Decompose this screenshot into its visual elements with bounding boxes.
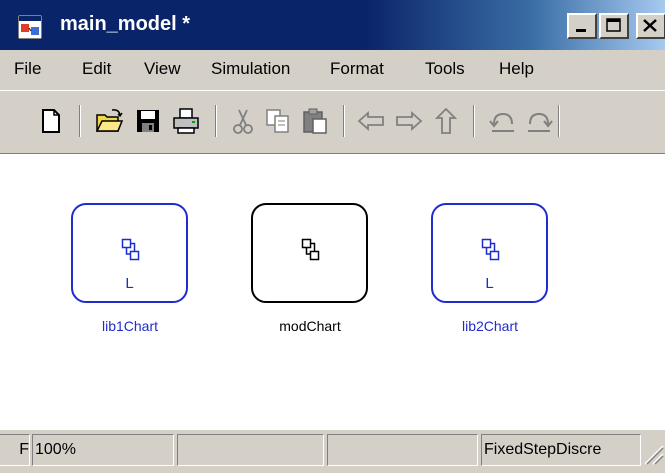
menu-bar: File Edit View Simulation Format Tools H… [0,50,665,90]
toolbar-separator [79,105,81,137]
block-lib2chart[interactable]: L [431,203,548,303]
status-cell-ready: F [0,434,30,466]
toolbar-separator [343,105,345,137]
block-label-lib2chart[interactable]: lib2Chart [420,317,560,335]
status-cell-empty-2 [327,434,478,466]
block-modchart[interactable] [251,203,368,303]
title-bar[interactable]: main_model * [0,0,665,50]
maximize-icon [606,18,621,32]
save-icon[interactable] [133,106,163,136]
menu-file[interactable]: File [14,58,41,80]
forward-icon[interactable] [394,106,424,136]
block-lib1chart[interactable]: L [71,203,188,303]
back-icon[interactable] [356,106,386,136]
library-link-marker: L [125,275,134,292]
simulink-model-icon [18,15,42,39]
menu-help[interactable]: Help [499,58,534,80]
library-link-marker: L [485,275,494,292]
menu-view[interactable]: View [144,58,181,80]
minimize-button[interactable] [567,13,597,39]
window-title: main_model * [60,13,191,35]
maximize-button[interactable] [599,13,629,39]
paste-icon[interactable] [300,106,330,136]
block-label-lib1chart[interactable]: lib1Chart [60,317,200,335]
cut-icon[interactable] [228,106,258,136]
stateflow-chart-icon [121,238,140,261]
status-bar: F 100% FixedStepDiscre [0,430,665,473]
stateflow-chart-icon [301,238,320,261]
toolbar-separator [215,105,217,137]
open-icon[interactable] [94,106,124,136]
toolbar [0,90,665,153]
close-button[interactable] [636,13,665,39]
stateflow-chart-icon [481,238,500,261]
new-icon[interactable] [36,106,66,136]
status-solver: FixedStepDiscre [481,434,641,466]
status-zoom: 100% [32,434,174,466]
toolbar-separator [558,105,560,137]
menu-tools[interactable]: Tools [425,58,465,80]
model-window: main_model * File Edit View Simulation F… [0,0,665,473]
print-icon[interactable] [171,106,201,136]
minimize-icon [576,29,586,32]
model-canvas[interactable]: L lib1Chart modChart L lib2Chart [0,153,665,430]
menu-edit[interactable]: Edit [82,58,111,80]
block-label-modchart[interactable]: modChart [240,317,380,335]
status-cell-empty-1 [177,434,324,466]
undo-icon[interactable] [488,106,518,136]
menu-format[interactable]: Format [330,58,384,80]
toolbar-separator [473,105,475,137]
redo-icon[interactable] [524,106,554,136]
copy-icon[interactable] [263,106,293,136]
close-icon [643,19,657,32]
up-icon[interactable] [431,106,461,136]
resize-grip-icon[interactable] [641,442,665,466]
menu-simulation[interactable]: Simulation [211,58,290,80]
